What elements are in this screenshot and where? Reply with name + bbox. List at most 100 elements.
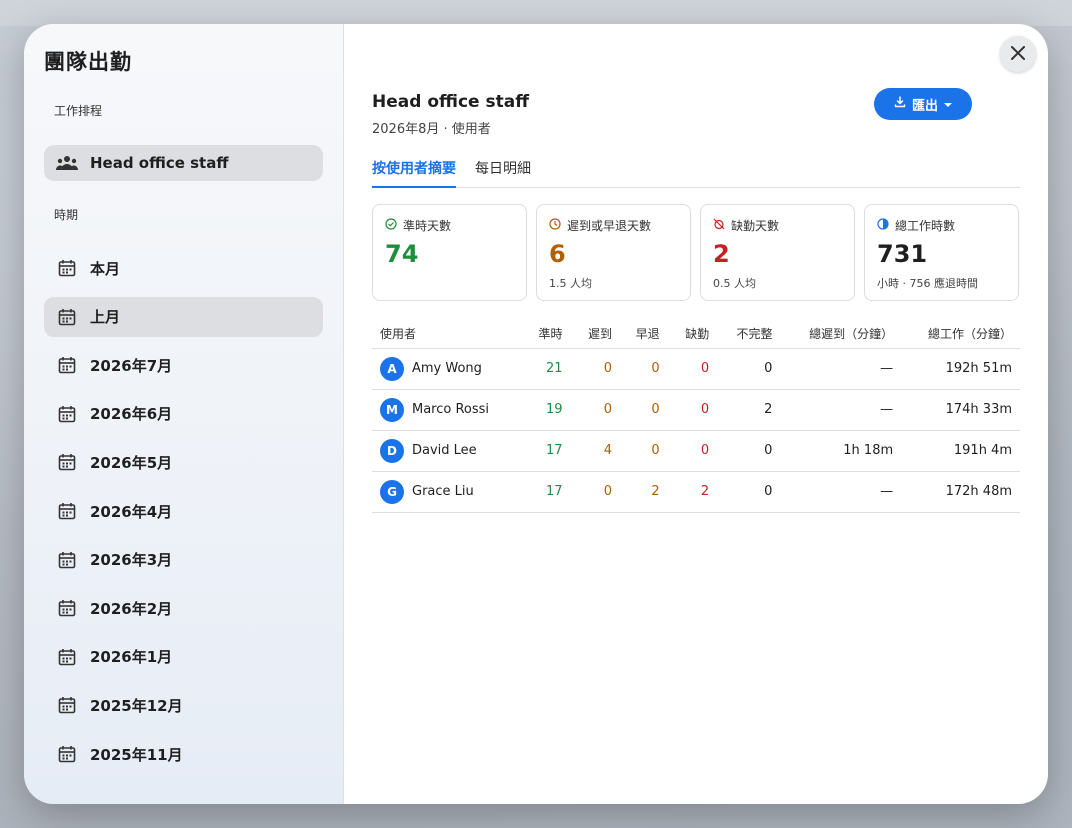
- cell-absent: 2: [667, 471, 718, 513]
- cell-on-time: 17: [520, 471, 571, 513]
- card-late-or-early-days: 遲到或早退天數 6 1.5 人均: [536, 204, 691, 301]
- sidebar: 團隊出勤 工作排程 Head office staff 時期 本月上月 2026年…: [24, 24, 344, 804]
- cell-total-work: 192h 51m: [901, 348, 1020, 390]
- cell-late: 0: [570, 389, 621, 431]
- card-note: 0.5 人均: [713, 277, 756, 290]
- table-row[interactable]: M Marco Rossi 19 0 0 0 2—174h 33m: [372, 389, 1020, 431]
- sidebar-item-label: 2026年5月: [90, 453, 173, 472]
- sidebar-item-label: 2026年1月: [90, 648, 173, 667]
- card-value: 74: [385, 240, 419, 268]
- calendar-icon: [56, 257, 78, 279]
- table-header-row: 使用者 準時 遲到 早退 缺勤 不完整 總遲到（分鐘） 總工作（分鐘）: [372, 320, 1020, 349]
- column-header-absent: 缺勤: [667, 320, 718, 349]
- cell-absent: 0: [667, 430, 718, 472]
- avatar: G: [380, 479, 404, 504]
- calendar-icon: [56, 500, 78, 522]
- cell-total-late: —: [780, 348, 902, 390]
- cell-total-work: 172h 48m: [901, 471, 1020, 513]
- column-header-total-late: 總遲到（分鐘）: [780, 320, 902, 349]
- card-label: 遲到或早退天數: [567, 219, 652, 233]
- chevron-down-icon: [944, 97, 952, 112]
- calendar-icon: [56, 451, 78, 473]
- sidebar-item-period[interactable]: 2026年5月: [44, 442, 323, 482]
- calendar-icon: [56, 549, 78, 571]
- sidebar-item-period[interactable]: 2025年12月: [44, 685, 323, 725]
- tab-summary-by-user[interactable]: 按使用者摘要: [372, 158, 456, 188]
- page-title: Head office staff: [372, 92, 529, 112]
- export-label: 匯出: [911, 98, 938, 114]
- sidebar-item-label: 2026年6月: [90, 405, 173, 424]
- tab-bar: 按使用者摘要 每日明細: [372, 158, 1020, 188]
- cell-early: 0: [620, 348, 668, 390]
- cell-absent: 0: [667, 389, 718, 431]
- sidebar-item-label: 2026年7月: [90, 356, 173, 375]
- column-header-early: 早退: [620, 320, 668, 349]
- user-name: David Lee: [412, 443, 477, 458]
- cell-total-late: —: [780, 471, 902, 513]
- cell-incomplete: 0: [717, 430, 781, 472]
- table-row[interactable]: D David Lee 17 4 0 0 0 1h 18m 191h 4m: [372, 430, 1020, 472]
- close-button[interactable]: [1000, 36, 1036, 72]
- table-row[interactable]: A Amy Wong 21 0 0 0 0—192h 51m: [372, 348, 1020, 390]
- sidebar-item-period[interactable]: 2026年4月: [44, 491, 323, 531]
- avatar: M: [380, 397, 404, 422]
- summary-cards: 準時天數 74 遲到或早退天數 6 1.5 人均 缺勤天數 2 0.5 人均 總…: [372, 204, 1019, 301]
- cell-on-time: 17: [520, 430, 571, 472]
- sidebar-item-head-office-staff[interactable]: Head office staff: [44, 145, 323, 181]
- check-circle-icon: [385, 218, 397, 233]
- background-toolbar: [0, 0, 1072, 26]
- cell-incomplete: 0: [717, 348, 781, 390]
- card-value: 731: [877, 240, 928, 268]
- table-row[interactable]: G Grace Liu 17 0 2 2 0—172h 48m: [372, 471, 1020, 513]
- sidebar-item-period[interactable]: 2026年3月: [44, 540, 323, 580]
- alarm-off-icon: [713, 218, 725, 233]
- column-header-incomplete: 不完整: [717, 320, 781, 349]
- clock-icon: [549, 218, 561, 233]
- sidebar-item-label: 2026年2月: [90, 599, 173, 618]
- cell-total-work: 174h 33m: [901, 389, 1020, 431]
- half-circle-icon: [877, 218, 889, 233]
- table-body: A Amy Wong 21 0 0 0 0—192h 51m M Marco Rossi 19 0 0…: [372, 348, 1020, 513]
- calendar-icon: [56, 403, 78, 425]
- user-cell: D David Lee: [372, 430, 521, 472]
- tab-daily-detail[interactable]: 每日明細: [475, 158, 531, 188]
- period-section-label: 時期: [54, 208, 79, 222]
- sidebar-item-period[interactable]: 上月: [44, 296, 323, 337]
- avatar: D: [380, 438, 404, 463]
- cell-early: 2: [620, 471, 668, 513]
- team-attendance-dialog: 團隊出勤 工作排程 Head office staff 時期 本月上月 2026年…: [24, 24, 1048, 804]
- schedule-section-label: 工作排程: [54, 104, 103, 118]
- cell-total-work: 191h 4m: [901, 430, 1020, 472]
- sidebar-item-period[interactable]: 2026年2月: [44, 588, 323, 628]
- user-cell: G Grace Liu: [372, 471, 521, 513]
- card-value: 6: [549, 240, 566, 268]
- group-icon: [56, 152, 78, 174]
- column-header-total-work: 總工作（分鐘）: [901, 320, 1020, 349]
- card-total-work-hours: 總工作時數 731 小時 · 756 應退時間: [864, 204, 1019, 301]
- sidebar-item-period[interactable]: 2025年11月: [44, 734, 323, 774]
- calendar-icon: [56, 694, 78, 716]
- close-icon: [1011, 45, 1025, 64]
- card-label: 總工作時數: [895, 219, 956, 233]
- sidebar-item-label: 2025年11月: [90, 745, 183, 764]
- sidebar-item-label: 上月: [90, 308, 121, 327]
- sidebar-item-label: 2026年3月: [90, 551, 173, 570]
- cell-total-late: —: [780, 389, 902, 431]
- sidebar-item-period[interactable]: 2026年7月: [44, 345, 323, 385]
- sidebar-item-period[interactable]: 2026年6月: [44, 394, 323, 434]
- column-header-late: 遲到: [570, 320, 621, 349]
- export-button[interactable]: 匯出: [874, 88, 972, 120]
- column-header-on-time: 準時: [520, 320, 571, 349]
- sidebar-title: 團隊出勤: [44, 50, 132, 74]
- sidebar-item-period[interactable]: 2026年1月: [44, 637, 323, 677]
- user-name: Amy Wong: [412, 361, 482, 376]
- sidebar-item-label: Head office staff: [90, 154, 229, 172]
- cell-absent: 0: [667, 348, 718, 390]
- card-label: 缺勤天數: [731, 219, 780, 233]
- sidebar-item-period[interactable]: 本月: [44, 248, 323, 288]
- main-panel: Head office staff 2026年8月 · 使用者 匯出 按使用者摘…: [344, 24, 1048, 804]
- column-header-user: 使用者: [372, 320, 521, 349]
- cell-early: 0: [620, 430, 668, 472]
- cell-early: 0: [620, 389, 668, 431]
- page-subtitle: 2026年8月 · 使用者: [372, 122, 491, 137]
